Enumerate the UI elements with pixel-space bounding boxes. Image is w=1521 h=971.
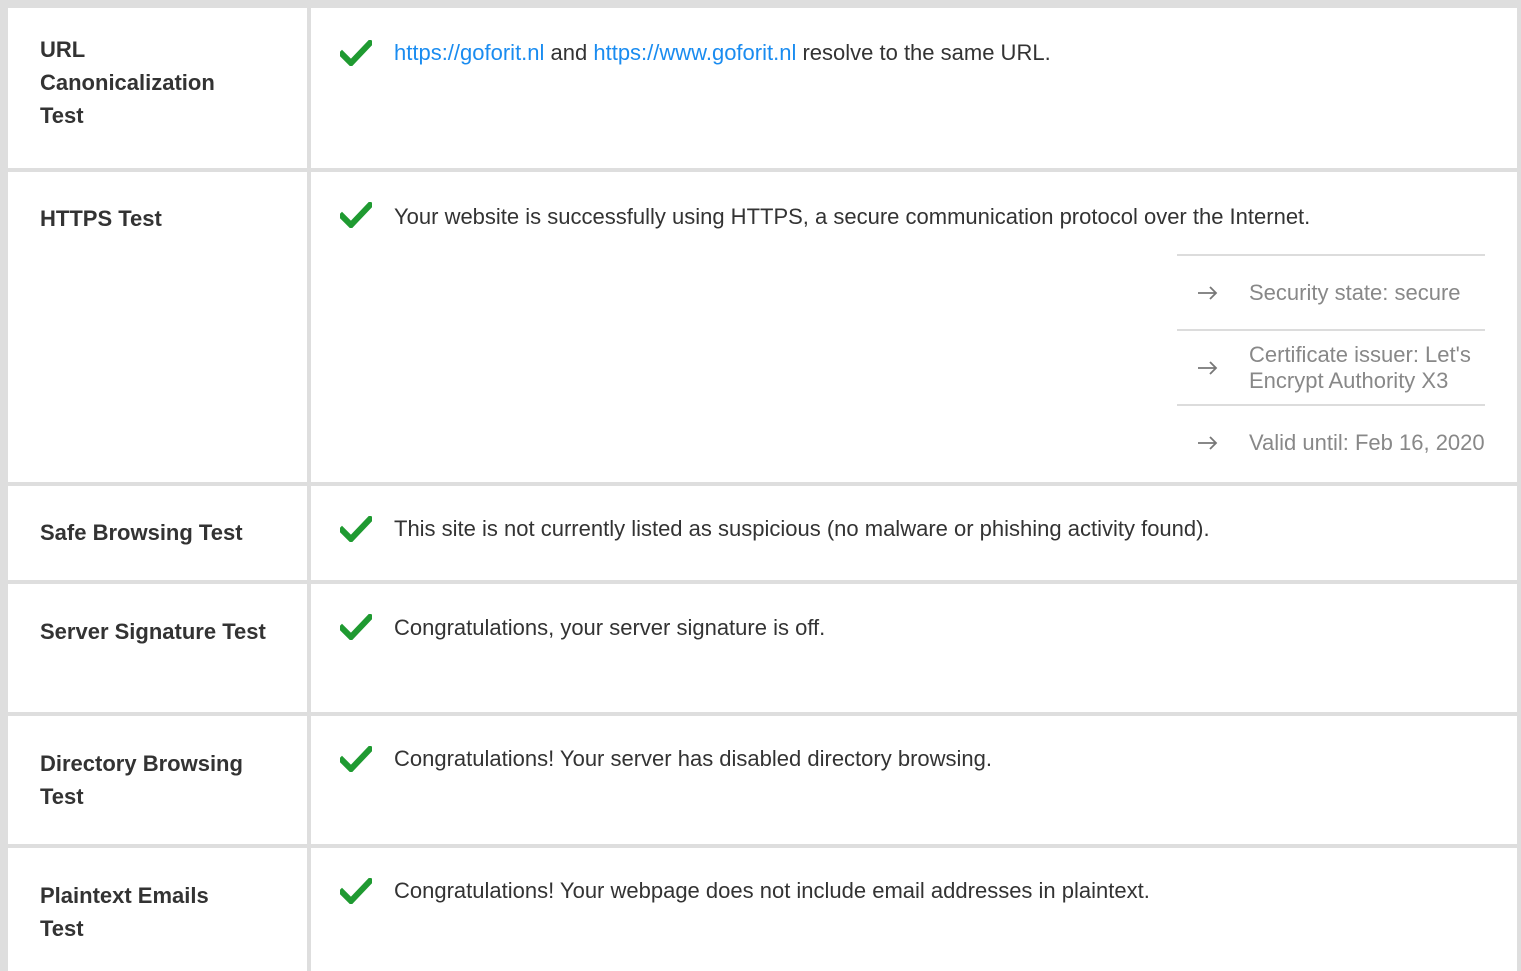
test-result-cell: This site is not currently listed as sus…	[311, 486, 1517, 580]
test-message: Your website is successfully using HTTPS…	[394, 204, 1311, 229]
test-label: Directory Browsing Test	[40, 751, 243, 809]
test-label-cell: Directory Browsing Test	[8, 716, 307, 844]
check-icon	[340, 516, 372, 542]
test-message: Congratulations! Your webpage does not i…	[394, 878, 1150, 903]
test-row-safe-browsing: Safe Browsing Test This site is not curr…	[8, 486, 1517, 580]
list-item: Security state: secure	[1177, 254, 1485, 329]
test-row-directory-browsing: Directory Browsing Test Congratulations!…	[8, 716, 1517, 844]
test-row-server-signature: Server Signature Test Congratulations, y…	[8, 584, 1517, 712]
message-text: and	[544, 40, 594, 65]
test-label: HTTPS Test	[40, 206, 162, 231]
test-message: Congratulations, your server signature i…	[394, 615, 826, 640]
detail-text: Valid until: Feb 16, 2020	[1249, 429, 1485, 455]
check-icon	[340, 614, 372, 640]
arrow-right-icon	[1198, 360, 1218, 375]
check-icon	[340, 746, 372, 772]
test-result-cell: Congratulations! Your webpage does not i…	[311, 848, 1517, 971]
test-label: Server Signature Test	[40, 619, 266, 644]
test-label-cell: Safe Browsing Test	[8, 486, 307, 580]
link-goforit[interactable]: https://goforit.nl	[394, 40, 544, 65]
arrow-right-icon	[1198, 435, 1218, 450]
test-label-cell: Plaintext Emails Test	[8, 848, 307, 971]
test-row-plaintext-emails: Plaintext Emails Test Congratulations! Y…	[8, 848, 1517, 971]
test-label-cell: URL Canonicalization Test	[8, 8, 307, 168]
detail-text: Security state: secure	[1249, 279, 1461, 305]
check-icon	[340, 878, 372, 904]
test-result-cell: Congratulations! Your server has disable…	[311, 716, 1517, 844]
test-row-url-canonicalization: URL Canonicalization Test https://gofori…	[8, 8, 1517, 168]
test-label: URL Canonicalization Test	[40, 37, 215, 128]
check-icon	[340, 202, 372, 228]
check-icon	[340, 40, 372, 66]
test-label: Safe Browsing Test	[40, 520, 243, 545]
https-details-list: Security state: secure Certificate issue…	[1177, 254, 1485, 479]
test-label: Plaintext Emails Test	[40, 883, 209, 941]
test-label-cell: Server Signature Test	[8, 584, 307, 712]
list-item: Certificate issuer: Let's Encrypt Author…	[1177, 329, 1485, 404]
security-test-report: URL Canonicalization Test https://gofori…	[0, 0, 1521, 971]
link-www-goforit[interactable]: https://www.goforit.nl	[593, 40, 796, 65]
test-message: https://goforit.nl and https://www.gofor…	[394, 38, 1497, 68]
arrow-right-icon	[1198, 285, 1218, 300]
test-label-cell: HTTPS Test	[8, 172, 307, 482]
test-result-cell: Congratulations, your server signature i…	[311, 584, 1517, 712]
message-text: resolve to the same URL.	[796, 40, 1051, 65]
detail-text: Certificate issuer: Let's Encrypt Author…	[1249, 341, 1471, 393]
test-message: Congratulations! Your server has disable…	[394, 746, 992, 771]
list-item: Valid until: Feb 16, 2020	[1177, 404, 1485, 479]
test-message: This site is not currently listed as sus…	[394, 516, 1210, 541]
test-result-cell: https://goforit.nl and https://www.gofor…	[311, 8, 1517, 168]
